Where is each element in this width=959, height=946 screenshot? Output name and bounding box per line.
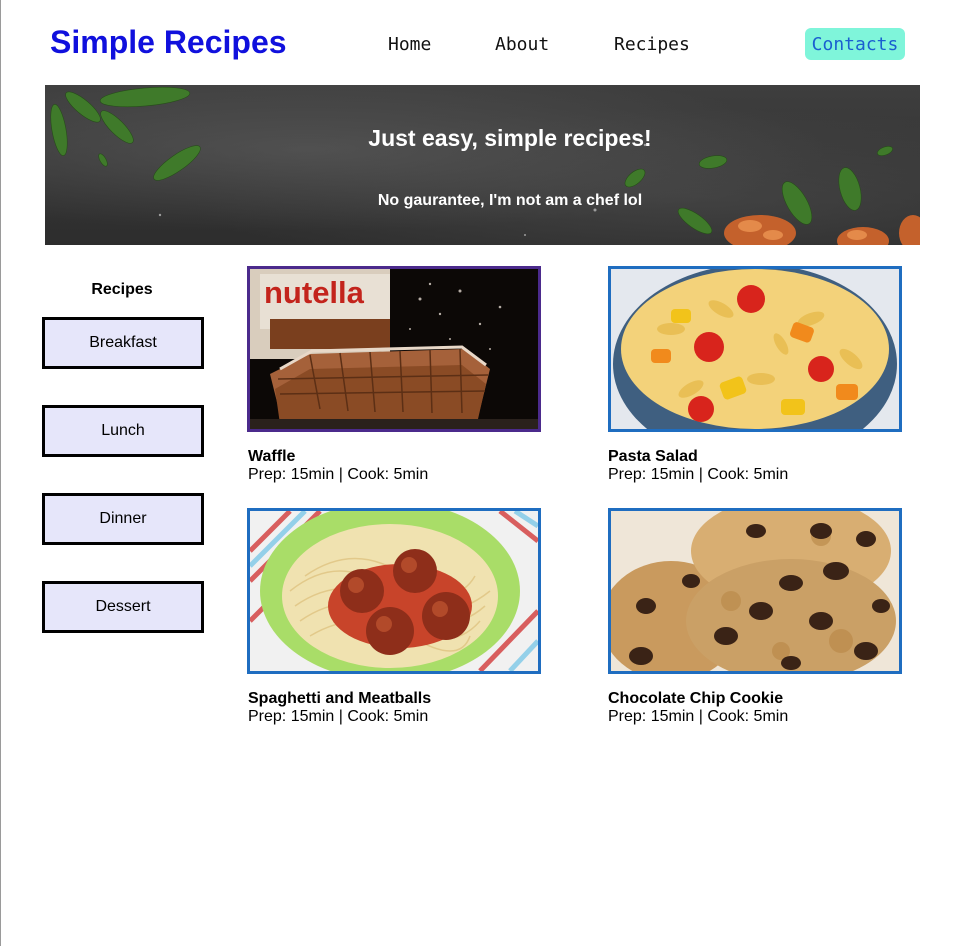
waffle-photo: nutella — [250, 269, 538, 429]
chocolate-chip-cookie-image[interactable] — [608, 508, 902, 674]
waffle-image[interactable]: nutella — [247, 266, 541, 432]
jar-label-text: nutella — [264, 275, 365, 310]
contacts-button[interactable]: Contacts — [805, 28, 905, 60]
pasta-salad-photo — [611, 269, 899, 429]
category-dessert-button[interactable]: Dessert — [42, 581, 204, 633]
spaghetti-meatballs-photo — [250, 511, 538, 671]
recipe-title-chocolate-chip-cookie[interactable]: Chocolate Chip Cookie — [608, 690, 783, 708]
recipe-meta-waffle: Prep: 15min | Cook: 5min — [248, 466, 429, 483]
site-header: Simple Recipes Home About Recipes Contac… — [1, 0, 959, 85]
category-breakfast-button[interactable]: Breakfast — [42, 317, 204, 369]
recipe-meta-chocolate-chip-cookie: Prep: 15min | Cook: 5min — [608, 708, 789, 725]
pasta-salad-image[interactable] — [608, 266, 902, 432]
hero-title: Just easy, simple recipes! — [368, 125, 652, 151]
recipe-meta-spaghetti-meatballs: Prep: 15min | Cook: 5min — [248, 708, 429, 725]
recipe-title-waffle[interactable]: Waffle — [248, 448, 295, 466]
recipe-title-pasta-salad[interactable]: Pasta Salad — [608, 448, 698, 466]
nav-home[interactable]: Home — [388, 34, 431, 55]
category-lunch-button[interactable]: Lunch — [42, 405, 204, 457]
nav-recipes[interactable]: Recipes — [614, 34, 690, 55]
hero-subtitle: No gaurantee, I'm not am a chef lol — [377, 192, 643, 209]
recipe-title-spaghetti-meatballs[interactable]: Spaghetti and Meatballs — [248, 690, 431, 708]
sidebar-heading: Recipes — [91, 281, 153, 298]
nav-about[interactable]: About — [495, 34, 549, 55]
category-dinner-button[interactable]: Dinner — [42, 493, 204, 545]
hero-banner: Just easy, simple recipes! No gaurantee,… — [45, 85, 920, 245]
chocolate-chip-cookie-photo — [611, 511, 899, 671]
recipe-meta-pasta-salad: Prep: 15min | Cook: 5min — [608, 466, 789, 483]
site-logo[interactable]: Simple Recipes — [50, 24, 287, 61]
spaghetti-meatballs-image[interactable] — [247, 508, 541, 674]
hero-background-image — [50, 86, 920, 245]
